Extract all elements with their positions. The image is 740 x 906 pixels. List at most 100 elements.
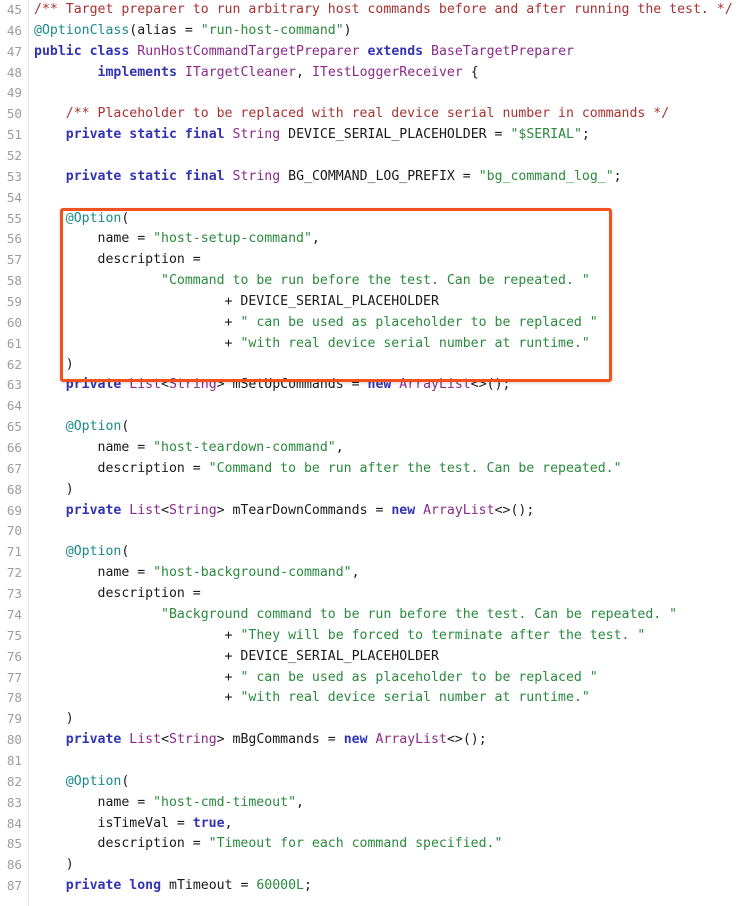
line-number: 49 xyxy=(6,85,22,101)
code-line[interactable]: 76 + DEVICE_SERIAL_PLACEHOLDER xyxy=(0,647,740,668)
token-pln: + xyxy=(34,690,241,706)
line-content: "Command to be run before the test. Can … xyxy=(34,271,590,292)
token-ann: @Option xyxy=(65,419,122,435)
code-line[interactable]: 50 /** Placeholder to be replaced with r… xyxy=(0,104,740,125)
token-ann: @Option xyxy=(65,773,122,789)
code-viewer[interactable]: 45 /** Target preparer to run arbitrary h… xyxy=(0,0,740,906)
token-pln xyxy=(225,169,233,184)
line-number: 45 xyxy=(6,2,22,17)
code-line[interactable]: 86 ) xyxy=(0,855,740,876)
line-content: implements ITargetCleaner, ITestLoggerRe… xyxy=(34,63,479,84)
token-kw: static xyxy=(129,127,177,143)
code-line[interactable]: 70 xyxy=(0,521,740,542)
code-line[interactable]: 64 xyxy=(0,396,740,417)
token-pln: < xyxy=(161,377,170,393)
code-line[interactable]: 59 + DEVICE_SERIAL_PLACEHOLDER xyxy=(0,292,740,313)
line-number: 82 xyxy=(6,773,22,789)
code-line[interactable]: 48 implements ITargetCleaner, ITestLogge… xyxy=(0,63,740,84)
token-pln: name = xyxy=(34,794,154,810)
line-number: 46 xyxy=(6,22,22,38)
code-line[interactable]: 72 name = "host-background-command", xyxy=(0,563,740,584)
token-str: "host-background-command" xyxy=(153,565,352,581)
code-line[interactable]: 52 xyxy=(0,146,740,167)
token-typ: String xyxy=(232,127,281,143)
code-line[interactable]: 79 ) xyxy=(0,709,740,730)
line-content: /** Target preparer to run arbitrary hos… xyxy=(34,0,733,21)
token-typ: List xyxy=(129,377,162,393)
code-line[interactable]: 63 private List<String> mSetUpCommands =… xyxy=(0,375,740,396)
token-str: "host-setup-command" xyxy=(153,231,312,247)
code-line[interactable]: 82 @Option( xyxy=(0,772,740,793)
token-kw: private xyxy=(65,127,122,143)
token-kw: public xyxy=(34,43,82,59)
token-pln: > mTearDownCommands = xyxy=(216,502,392,518)
line-content: + DEVICE_SERIAL_PLACEHOLDER xyxy=(34,647,439,668)
token-str: "with real device serial number at runti… xyxy=(240,335,590,351)
code-line[interactable]: 62 ) xyxy=(0,355,740,376)
line-number: 75 xyxy=(6,627,22,643)
code-line[interactable]: 46 @OptionClass(alias = "run-host-command… xyxy=(0,21,740,42)
code-line[interactable]: 49 xyxy=(0,83,740,104)
token-typ: ITestLoggerReceiver xyxy=(311,64,463,80)
code-line[interactable]: 74 "Background command to be run before … xyxy=(0,605,740,626)
code-line[interactable]: 87 private long mTimeout = 60000L; xyxy=(0,876,740,897)
token-pln xyxy=(34,503,66,518)
line-number: 63 xyxy=(6,377,22,393)
line-content: private List<String> mSetUpCommands = ne… xyxy=(34,375,511,396)
token-pln: , xyxy=(351,565,360,581)
code-line[interactable]: 75 + "They will be forced to terminate a… xyxy=(0,626,740,647)
token-pln: > mSetUpCommands = xyxy=(216,377,368,393)
code-line[interactable]: 61 + "with real device serial number at … xyxy=(0,334,740,355)
line-content: private List<String> mTearDownCommands =… xyxy=(34,501,535,522)
token-pln: name = xyxy=(34,231,154,247)
token-str: "Command to be run before the test. Can … xyxy=(161,273,590,289)
token-pln xyxy=(34,169,66,184)
code-line[interactable]: 45 /** Target preparer to run arbitrary h… xyxy=(0,0,740,21)
line-number: 69 xyxy=(6,502,22,518)
token-pln xyxy=(34,607,161,622)
code-line[interactable]: 67 description = "Command to be run afte… xyxy=(0,459,740,480)
code-line[interactable]: 51 private static final String DEVICE_SE… xyxy=(0,125,740,146)
code-line[interactable]: 80 private List<String> mBgCommands = ne… xyxy=(0,730,740,751)
token-kw: class xyxy=(89,43,130,59)
token-cmt: /** Placeholder to be replaced with real… xyxy=(65,106,670,122)
code-line[interactable]: 73 description = xyxy=(0,584,740,605)
token-kw: private xyxy=(65,168,122,184)
code-line[interactable]: 47 public class RunHostCommandTargetPrepa… xyxy=(0,42,740,63)
token-pln: ) xyxy=(34,481,74,497)
code-line[interactable]: 65 @Option( xyxy=(0,417,740,438)
code-line[interactable]: 53 private static final String BG_COMMAN… xyxy=(0,167,740,188)
line-number: 78 xyxy=(6,690,22,706)
code-line[interactable]: 71 @Option( xyxy=(0,542,740,563)
code-line[interactable]: 77 + " can be used as placeholder to be … xyxy=(0,668,740,689)
code-line[interactable]: 68 ) xyxy=(0,480,740,501)
code-line[interactable]: 69 private List<String> mTearDownCommand… xyxy=(0,501,740,522)
line-content: description = "Timeout for each command … xyxy=(34,834,503,855)
code-line[interactable]: 78 + "with real device serial number at … xyxy=(0,688,740,709)
token-pln: description = xyxy=(34,586,201,602)
line-content: + " can be used as placeholder to be rep… xyxy=(34,668,598,689)
code-line[interactable]: 54 xyxy=(0,188,740,209)
line-number: 72 xyxy=(6,565,22,581)
token-kw: extends xyxy=(367,43,424,59)
code-line[interactable]: 81 xyxy=(0,751,740,772)
line-number: 59 xyxy=(6,294,22,310)
token-ann: @Option xyxy=(65,210,122,226)
token-kw: static xyxy=(129,168,177,184)
token-ann: @Option xyxy=(65,544,122,560)
code-line[interactable]: 56 name = "host-setup-command", xyxy=(0,229,740,250)
token-pln: name = xyxy=(34,440,154,456)
code-line[interactable]: 66 name = "host-teardown-command", xyxy=(0,438,740,459)
token-pln: + xyxy=(34,314,241,330)
token-pln: { xyxy=(462,64,479,80)
token-pln xyxy=(34,377,66,392)
token-pln xyxy=(177,127,185,142)
code-line[interactable]: 57 description = xyxy=(0,250,740,271)
code-line[interactable]: 58 "Command to be run before the test. C… xyxy=(0,271,740,292)
code-line[interactable]: 85 description = "Timeout for each comma… xyxy=(0,834,740,855)
code-line[interactable]: 83 name = "host-cmd-timeout", xyxy=(0,793,740,814)
code-line[interactable]: 55 @Option( xyxy=(0,209,740,230)
code-line[interactable]: 84 isTimeVal = true, xyxy=(0,814,740,835)
code-line[interactable]: 60 + " can be used as placeholder to be … xyxy=(0,313,740,334)
token-pln xyxy=(423,44,431,59)
